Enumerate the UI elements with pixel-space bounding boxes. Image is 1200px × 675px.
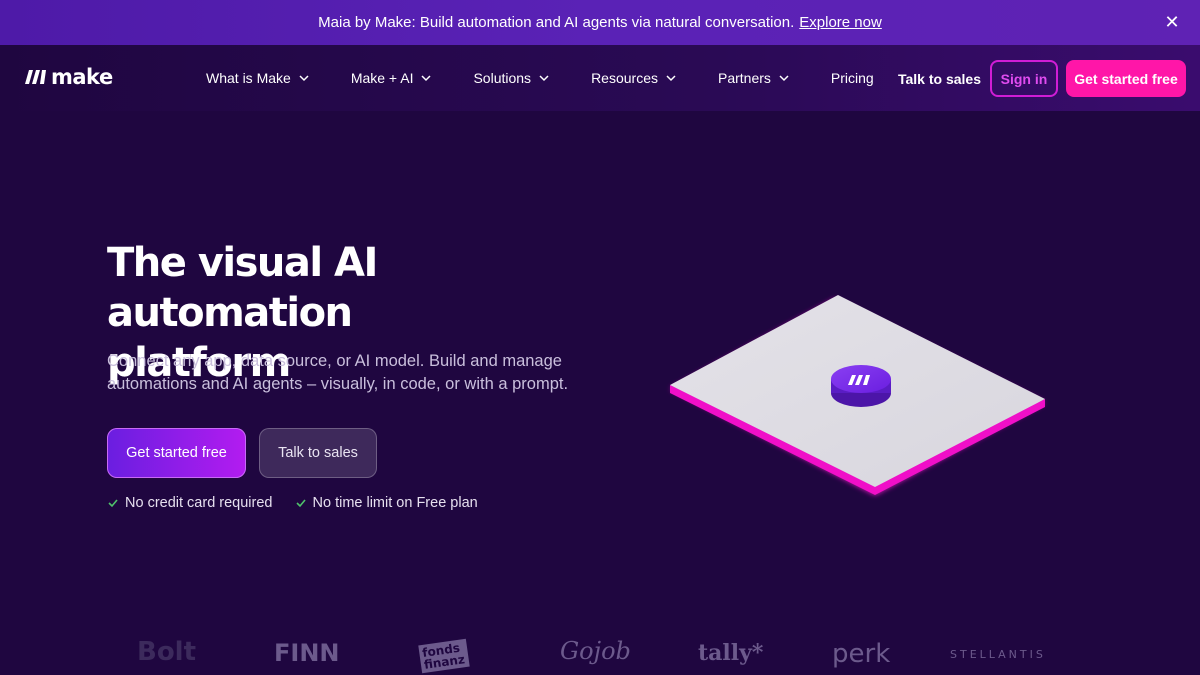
nav-solutions[interactable]: Solutions — [473, 70, 549, 86]
check-label: No time limit on Free plan — [312, 495, 478, 511]
close-icon[interactable]: ✕ — [1162, 12, 1182, 32]
hero-title-line: The visual AI automation — [107, 240, 378, 336]
nav-label: What is Make — [206, 70, 291, 86]
nav-partners[interactable]: Partners — [718, 70, 789, 86]
logo-perk: perk — [832, 639, 891, 669]
nav-resources[interactable]: Resources — [591, 70, 676, 86]
chevron-down-icon — [421, 75, 431, 82]
get-started-header-button[interactable]: Get started free — [1066, 60, 1186, 97]
header-actions: Talk to sales Sign in Get started free — [898, 60, 1186, 97]
nav-label: Solutions — [473, 70, 532, 86]
hero-subtitle-line: automations and AI agents – visually, in… — [107, 374, 569, 393]
logo-finn: FINN — [274, 639, 340, 667]
logo-gojob: Gojob — [560, 637, 631, 665]
hero-subtitle: Connect any app, data source, or AI mode… — [107, 350, 587, 395]
nav-make-ai[interactable]: Make + AI — [351, 70, 432, 86]
logo-stellantis: STELLANTIS — [950, 648, 1046, 661]
make-logo[interactable]: make — [25, 65, 113, 89]
hero-illustration — [670, 295, 1045, 495]
nav-pricing[interactable]: Pricing — [831, 70, 874, 86]
feature-checks: No credit card required No time limit on… — [107, 495, 500, 511]
get-started-hero-button[interactable]: Get started free — [107, 428, 246, 478]
checkmark-icon — [295, 499, 306, 508]
logo-fonds-finanz: fonds finanz — [418, 638, 470, 674]
talk-to-sales-link[interactable]: Talk to sales — [898, 71, 981, 87]
sign-in-button[interactable]: Sign in — [990, 60, 1058, 97]
nav-label: Pricing — [830, 70, 874, 86]
nav-label: Resources — [591, 70, 658, 86]
checkmark-icon — [108, 499, 118, 508]
customer-logos: Bolt FINN fonds finanz Gojob tally* perk… — [0, 630, 1200, 675]
nav-what-is-make[interactable]: What is Make — [206, 70, 309, 86]
nav-label: Partners — [717, 70, 771, 86]
check-item: No time limit on Free plan — [295, 495, 478, 511]
chevron-down-icon — [779, 75, 789, 82]
chevron-down-icon — [539, 75, 549, 82]
logo-tally: tally* — [698, 640, 764, 666]
check-label: No credit card required — [125, 495, 273, 511]
site-header: make What is Make Make + AI Solutions Re… — [0, 45, 1200, 111]
talk-to-sales-button[interactable]: Talk to sales — [259, 428, 377, 478]
nav-label: Make + AI — [350, 70, 414, 86]
check-item: No credit card required — [107, 495, 273, 511]
logo-bolt: Bolt — [137, 637, 197, 667]
hero-subtitle-line: Connect any app, data source, or AI mode… — [107, 352, 562, 370]
chevron-down-icon — [666, 75, 676, 82]
explore-now-link[interactable]: Explore now — [799, 14, 882, 31]
announcement-bar: Maia by Make: Build automation and AI ag… — [0, 0, 1200, 45]
chevron-down-icon — [299, 75, 309, 82]
make-logo-icon — [25, 70, 46, 84]
main-nav: What is Make Make + AI Solutions Resourc… — [206, 45, 874, 111]
announcement-text: Maia by Make: Build automation and AI ag… — [318, 14, 795, 31]
logo-text: make — [51, 65, 113, 89]
